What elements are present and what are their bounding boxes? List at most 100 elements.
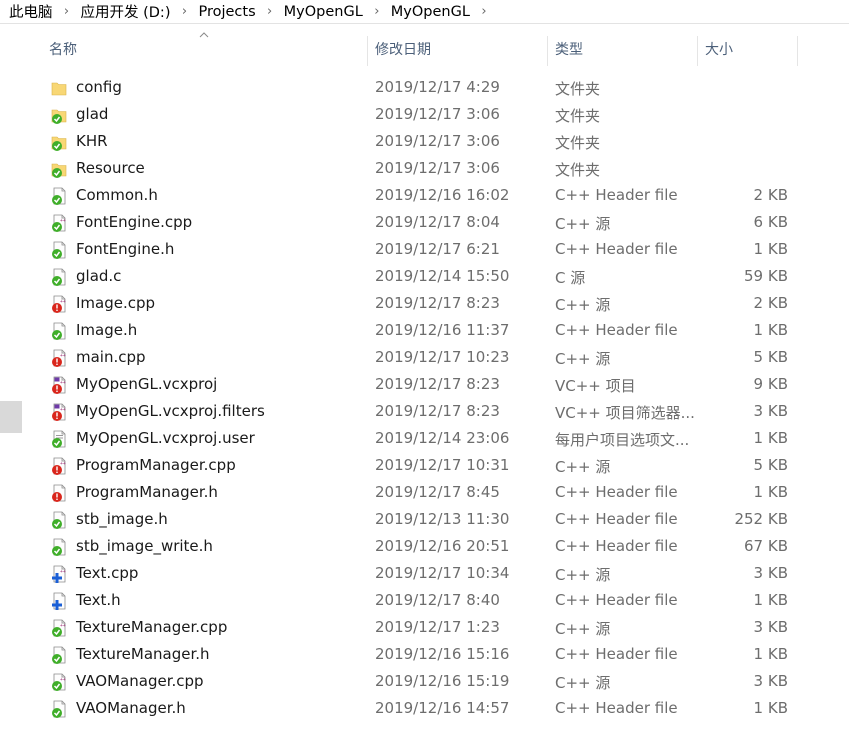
file-date: 2019/12/17 8:23 xyxy=(375,375,500,393)
file-date: 2019/12/14 15:50 xyxy=(375,267,510,285)
file-date: 2019/12/17 10:31 xyxy=(375,456,510,474)
file-type: C++ Header file xyxy=(555,537,678,555)
header-synced-icon xyxy=(51,187,67,205)
file-name: Image.h xyxy=(76,321,138,339)
file-row[interactable]: Common.h 2019/12/16 16:02 C++ Header file 2… xyxy=(0,183,849,210)
cpp-synced-icon: ++ xyxy=(51,214,67,232)
header-synced-icon xyxy=(51,241,67,259)
file-name: TextureManager.h xyxy=(76,645,210,663)
file-row[interactable]: KHR 2019/12/17 3:06 文件夹 xyxy=(0,129,849,156)
file-type: 每用户项目选项文... xyxy=(555,431,690,449)
file-date: 2019/12/17 10:23 xyxy=(375,348,510,366)
file-type: C++ Header file xyxy=(555,591,678,609)
file-size: 6 KB xyxy=(753,213,788,231)
chevron-right-icon[interactable]: › xyxy=(53,4,81,19)
chevron-right-icon[interactable]: › xyxy=(363,4,391,19)
file-row[interactable]: ProgramManager.h 2019/12/17 8:45 C++ Heade… xyxy=(0,480,849,507)
header-added-icon xyxy=(51,592,67,610)
file-type: C++ Header file xyxy=(555,510,678,528)
cpp-synced-icon: ++ xyxy=(51,619,67,637)
file-row[interactable]: ++ VAOManager.cpp 2019/12/16 15:19 C++ 源 3 K… xyxy=(0,669,849,696)
chevron-right-icon[interactable]: › xyxy=(170,4,198,19)
file-name: Text.cpp xyxy=(76,564,139,582)
svg-text:++: ++ xyxy=(60,218,66,224)
file-row[interactable]: TextureManager.h 2019/12/16 15:16 C++ Head… xyxy=(0,642,849,669)
file-type: 文件夹 xyxy=(555,107,601,125)
file-type: C++ 源 xyxy=(555,350,611,368)
chevron-right-icon[interactable]: › xyxy=(256,4,284,19)
file-size: 3 KB xyxy=(753,402,788,420)
file-type: C++ Header file xyxy=(555,699,678,717)
column-header-size[interactable]: 大小 xyxy=(705,30,733,68)
breadcrumb-item-myopengl[interactable]: MyOpenGL xyxy=(284,4,363,20)
file-size: 67 KB xyxy=(744,537,788,555)
file-name: VAOManager.cpp xyxy=(76,672,204,690)
folder-synced-icon xyxy=(51,106,67,124)
file-type: C++ Header file xyxy=(555,483,678,501)
column-header-name[interactable]: 名称 xyxy=(49,30,77,68)
file-type: C++ 源 xyxy=(555,674,611,692)
file-name: Common.h xyxy=(76,186,158,204)
svg-text:++: ++ xyxy=(60,569,66,575)
file-date: 2019/12/17 8:23 xyxy=(375,402,500,420)
column-header-date[interactable]: 修改日期 xyxy=(375,30,431,68)
file-size: 1 KB xyxy=(753,699,788,717)
file-type: VC++ 项目 xyxy=(555,377,636,395)
file-row[interactable]: config 2019/12/17 4:29 文件夹 xyxy=(0,75,849,102)
sort-ascending-icon xyxy=(199,32,209,38)
column-header-type[interactable]: 类型 xyxy=(555,30,583,68)
file-row[interactable]: ++ Text.cpp 2019/12/17 10:34 C++ 源 3 KB xyxy=(0,561,849,588)
header-synced-icon xyxy=(51,322,67,340)
file-row[interactable]: ++ TextureManager.cpp 2019/12/17 1:23 C++ 源… xyxy=(0,615,849,642)
header-synced-icon xyxy=(51,511,67,529)
cpp-modified-icon: ++ xyxy=(51,295,67,313)
file-row[interactable]: ++ MyOpenGL.vcxproj.filters 2019/12/17 8:2… xyxy=(0,399,849,426)
column-divider[interactable] xyxy=(797,36,798,66)
breadcrumb-item-projects[interactable]: Projects xyxy=(198,4,255,20)
file-row[interactable]: MyOpenGL.vcxproj.user 2019/12/14 23:06 每用户… xyxy=(0,426,849,453)
file-type: C++ 源 xyxy=(555,458,611,476)
column-divider[interactable] xyxy=(547,36,548,66)
file-size: 3 KB xyxy=(753,564,788,582)
file-row[interactable]: glad.c 2019/12/14 15:50 C 源 59 KB xyxy=(0,264,849,291)
c-synced-icon xyxy=(51,268,67,286)
file-row[interactable]: ++ FontEngine.cpp 2019/12/17 8:04 C++ 源 6 KB xyxy=(0,210,849,237)
column-divider[interactable] xyxy=(367,36,368,66)
file-size: 1 KB xyxy=(753,591,788,609)
file-row[interactable]: Image.h 2019/12/16 11:37 C++ Header file 1 … xyxy=(0,318,849,345)
file-name: Text.h xyxy=(76,591,121,609)
breadcrumb-item-drive-d[interactable]: 应用开发 (D:) xyxy=(81,1,171,22)
breadcrumb-item-this-pc[interactable]: 此电脑 xyxy=(9,1,53,22)
svg-text:++: ++ xyxy=(60,407,66,413)
file-name: KHR xyxy=(76,132,108,150)
file-row[interactable]: FontEngine.h 2019/12/17 6:21 C++ Header fi… xyxy=(0,237,849,264)
folder-synced-icon xyxy=(51,160,67,178)
file-date: 2019/12/17 1:23 xyxy=(375,618,500,636)
file-name: stb_image_write.h xyxy=(76,537,213,555)
svg-text:++: ++ xyxy=(60,299,66,305)
file-row[interactable]: stb_image.h 2019/12/13 11:30 C++ Header fi… xyxy=(0,507,849,534)
file-row[interactable]: ++ ProgramManager.cpp 2019/12/17 10:31 C++ … xyxy=(0,453,849,480)
file-name: main.cpp xyxy=(76,348,146,366)
svg-text:++: ++ xyxy=(60,677,66,683)
file-row[interactable]: Resource 2019/12/17 3:06 文件夹 xyxy=(0,156,849,183)
file-row[interactable]: stb_image_write.h 2019/12/16 20:51 C++ Hea… xyxy=(0,534,849,561)
file-size: 3 KB xyxy=(753,618,788,636)
file-row[interactable]: ++ main.cpp 2019/12/17 10:23 C++ 源 5 KB xyxy=(0,345,849,372)
file-row[interactable]: glad 2019/12/17 3:06 文件夹 xyxy=(0,102,849,129)
svg-text:++: ++ xyxy=(60,380,66,386)
svg-text:++: ++ xyxy=(60,623,66,629)
file-row[interactable]: VAOManager.h 2019/12/16 14:57 C++ Header f… xyxy=(0,696,849,723)
column-divider[interactable] xyxy=(697,36,698,66)
file-name: FontEngine.h xyxy=(76,240,175,258)
file-size: 1 KB xyxy=(753,483,788,501)
breadcrumb-item-myopengl-current[interactable]: MyOpenGL xyxy=(391,4,470,20)
file-row[interactable]: Text.h 2019/12/17 8:40 C++ Header file 1 KB xyxy=(0,588,849,615)
header-synced-icon xyxy=(51,700,67,718)
chevron-right-icon[interactable]: › xyxy=(470,4,498,19)
header-synced-icon xyxy=(51,646,67,664)
file-row[interactable]: ++ Image.cpp 2019/12/17 8:23 C++ 源 2 KB xyxy=(0,291,849,318)
file-date: 2019/12/17 4:29 xyxy=(375,78,500,96)
file-row[interactable]: ++ MyOpenGL.vcxproj 2019/12/17 8:23 VC++ 项目… xyxy=(0,372,849,399)
file-type: C 源 xyxy=(555,269,586,287)
